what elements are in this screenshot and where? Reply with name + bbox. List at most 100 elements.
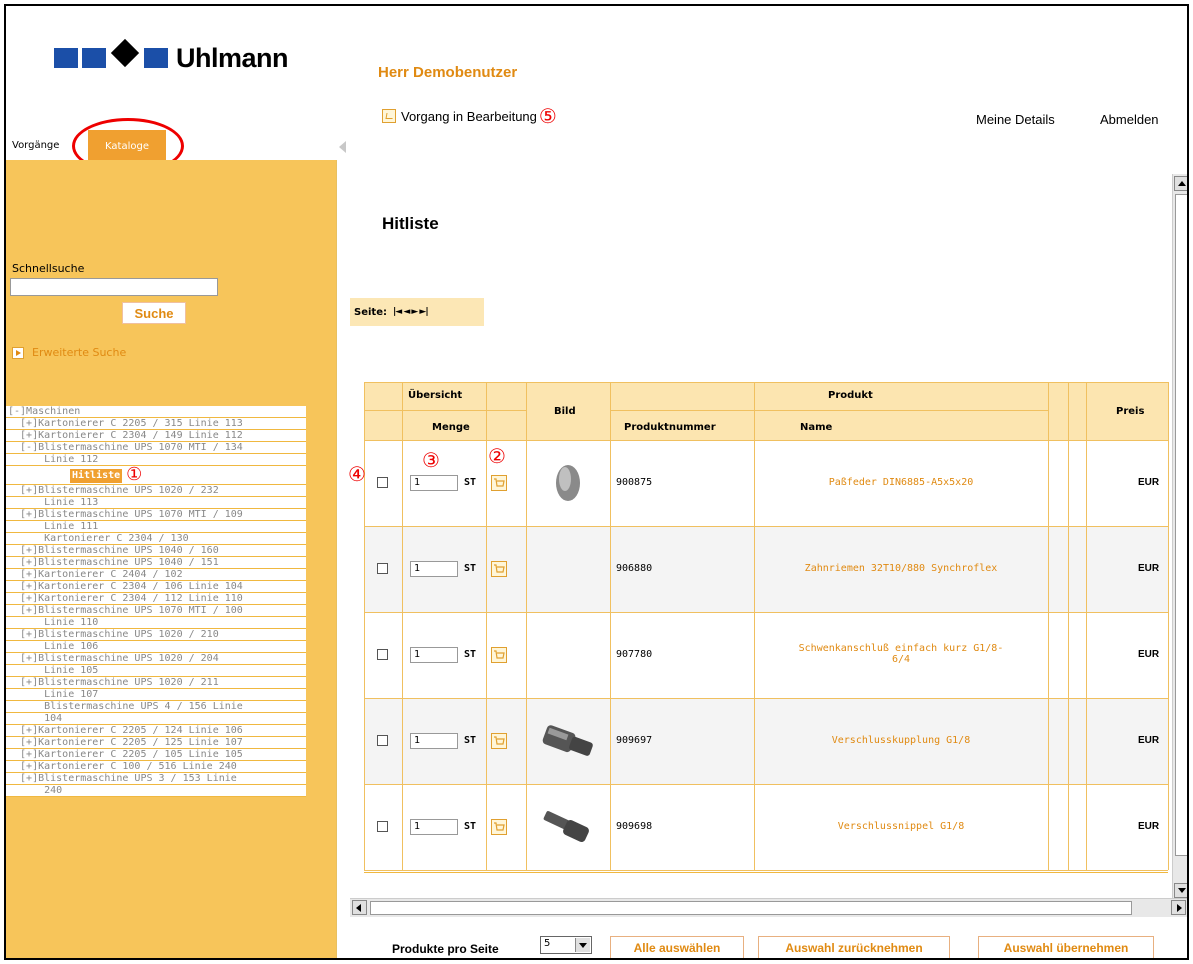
app-window: Uhlmann Herr Demobenutzer Vorgang in Bea… bbox=[4, 4, 1189, 960]
quantity-input[interactable]: 1 bbox=[410, 647, 458, 663]
tree-node[interactable]: Linie 110 bbox=[6, 617, 306, 629]
vertical-scrollbar[interactable] bbox=[1172, 174, 1187, 900]
price-currency: EUR bbox=[1138, 477, 1160, 488]
cart-icon bbox=[382, 109, 396, 123]
tree-node[interactable]: [+]Blistermaschine UPS 1070 MTI / 100 bbox=[6, 605, 306, 617]
apply-selection-button[interactable]: Auswahl übernehmen bbox=[978, 936, 1154, 958]
tree-node[interactable]: [+]Blistermaschine UPS 1040 / 160 bbox=[6, 545, 306, 557]
tree-node[interactable]: [+]Blistermaschine UPS 1020 / 232 bbox=[6, 485, 306, 497]
tab-vorgaenge[interactable]: Vorgänge bbox=[12, 140, 59, 151]
scroll-up-icon[interactable] bbox=[1174, 176, 1187, 191]
pager-buttons[interactable]: |◄ ◄ ► ►| bbox=[393, 307, 429, 317]
tree-node[interactable]: Linie 107 bbox=[6, 689, 306, 701]
tree-node[interactable]: Hitliste ① bbox=[6, 466, 306, 485]
product-name-link[interactable]: Schwenkanschluß einfach kurz G1/8- 6/4 bbox=[756, 643, 1046, 665]
product-number: 909698 bbox=[616, 821, 653, 832]
scroll-left-icon[interactable] bbox=[352, 900, 367, 915]
search-button[interactable]: Suche bbox=[122, 302, 186, 324]
row-checkbox[interactable] bbox=[377, 735, 388, 746]
add-to-cart-icon[interactable] bbox=[491, 561, 507, 580]
select-all-button[interactable]: Alle auswählen bbox=[610, 936, 744, 958]
row-checkbox[interactable] bbox=[377, 477, 388, 488]
scroll-thumb-h[interactable] bbox=[370, 901, 1132, 915]
row-checkbox[interactable] bbox=[377, 821, 388, 832]
quantity-input[interactable]: 1 bbox=[410, 475, 458, 491]
annotation-marker-1: ① bbox=[126, 464, 143, 485]
vorgang-in-bearbeitung-link[interactable]: Vorgang in Bearbeitung ⑤ bbox=[382, 106, 557, 126]
tree-node-hitliste[interactable]: Hitliste bbox=[70, 469, 123, 483]
quantity-input[interactable]: 1 bbox=[410, 819, 458, 835]
add-to-cart-icon[interactable] bbox=[491, 819, 507, 838]
tree-node[interactable]: [+]Blistermaschine UPS 1020 / 210 bbox=[6, 629, 306, 641]
pager-label: Seite: bbox=[354, 306, 387, 318]
tree-node[interactable]: [+]Blistermaschine UPS 1020 / 204 bbox=[6, 653, 306, 665]
tree-node[interactable]: [-]Maschinen bbox=[6, 406, 306, 418]
product-number: 906880 bbox=[616, 563, 653, 574]
tree-node[interactable]: Linie 113 bbox=[6, 497, 306, 509]
tree-node[interactable]: [+]Blistermaschine UPS 1070 MTI / 109 bbox=[6, 509, 306, 521]
uhlmann-logo: Uhlmann bbox=[54, 36, 289, 80]
tree-node[interactable]: [-]Blistermaschine UPS 1070 MTI / 134 bbox=[6, 442, 306, 454]
tree-node[interactable]: 240 bbox=[6, 785, 306, 797]
tree-node[interactable]: [+]Kartonierer C 2404 / 102 bbox=[6, 569, 306, 581]
product-image bbox=[540, 719, 600, 766]
add-to-cart-icon[interactable] bbox=[491, 475, 507, 494]
products-per-page-label: Produkte pro Seite bbox=[392, 942, 499, 956]
scroll-thumb[interactable] bbox=[1175, 194, 1187, 856]
tree-node[interactable]: Blistermaschine UPS 4 / 156 Linie bbox=[6, 701, 306, 713]
tree-node[interactable]: [+]Kartonierer C 2205 / 315 Linie 113 bbox=[6, 418, 306, 430]
tree-node[interactable]: Linie 111 bbox=[6, 521, 306, 533]
unit-label: ST bbox=[464, 563, 477, 574]
product-name-link[interactable]: Verschlusskupplung G1/8 bbox=[756, 735, 1046, 746]
scroll-down-icon[interactable] bbox=[1174, 883, 1187, 898]
horizontal-scrollbar[interactable] bbox=[350, 898, 1187, 917]
tree-node[interactable]: Linie 112 bbox=[6, 454, 306, 466]
tree-node[interactable]: 104 bbox=[6, 713, 306, 725]
row-checkbox[interactable] bbox=[377, 563, 388, 574]
tree-node[interactable]: [+]Kartonierer C 2304 / 112 Linie 110 bbox=[6, 593, 306, 605]
tree-node[interactable]: [+]Kartonierer C 2205 / 124 Linie 106 bbox=[6, 725, 306, 737]
tree-node[interactable]: [+]Blistermaschine UPS 1020 / 211 bbox=[6, 677, 306, 689]
abmelden-link[interactable]: Abmelden bbox=[1100, 112, 1159, 127]
collapse-sidebar-icon[interactable] bbox=[336, 132, 350, 162]
advanced-search-link[interactable]: Erweiterte Suche bbox=[12, 346, 126, 359]
products-per-page-select[interactable]: 5 bbox=[540, 936, 592, 954]
unit-label: ST bbox=[464, 735, 477, 746]
unit-label: ST bbox=[464, 649, 477, 660]
tree-node[interactable]: Kartonierer C 2304 / 130 bbox=[6, 533, 306, 545]
scroll-right-icon[interactable] bbox=[1171, 900, 1186, 915]
tree-node[interactable]: [+]Kartonierer C 2304 / 106 Linie 104 bbox=[6, 581, 306, 593]
pager: Seite: |◄ ◄ ► ►| bbox=[350, 298, 484, 326]
quantity-input[interactable]: 1 bbox=[410, 733, 458, 749]
annotation-marker-5: ⑤ bbox=[538, 104, 557, 128]
product-number: 900875 bbox=[616, 477, 653, 488]
product-number: 907780 bbox=[616, 649, 653, 660]
tree-node[interactable]: Linie 106 bbox=[6, 641, 306, 653]
price-currency: EUR bbox=[1138, 649, 1160, 660]
tree-node[interactable]: [+]Kartonierer C 2304 / 149 Linie 112 bbox=[6, 430, 306, 442]
product-name-link[interactable]: Verschlussnippel G1/8 bbox=[756, 821, 1046, 832]
tree-node[interactable]: [+]Blistermaschine UPS 3 / 153 Linie bbox=[6, 773, 306, 785]
unit-label: ST bbox=[464, 477, 477, 488]
tree-node[interactable]: [+]Kartonierer C 2205 / 125 Linie 107 bbox=[6, 737, 306, 749]
tree-node[interactable]: Linie 105 bbox=[6, 665, 306, 677]
tree-node[interactable]: [+]Blistermaschine UPS 1040 / 151 bbox=[6, 557, 306, 569]
deselect-button[interactable]: Auswahl zurücknehmen bbox=[758, 936, 950, 958]
header-quantity: Menge bbox=[432, 422, 470, 433]
row-checkbox[interactable] bbox=[377, 649, 388, 660]
annotation-marker-3: ③ bbox=[422, 448, 440, 472]
add-to-cart-icon[interactable] bbox=[491, 647, 507, 666]
price-currency: EUR bbox=[1138, 563, 1160, 574]
product-name-link[interactable]: Paßfeder DIN6885-A5x5x20 bbox=[756, 477, 1046, 488]
tree-node[interactable]: [+]Kartonierer C 2205 / 105 Linie 105 bbox=[6, 749, 306, 761]
header-price: Preis bbox=[1116, 406, 1145, 417]
product-name-link[interactable]: Zahnriemen 32T10/880 Synchroflex bbox=[756, 563, 1046, 574]
chevron-down-icon[interactable] bbox=[575, 938, 590, 952]
product-image bbox=[540, 805, 600, 852]
quantity-input[interactable]: 1 bbox=[410, 561, 458, 577]
tree-node[interactable]: [+]Kartonierer C 100 / 516 Linie 240 bbox=[6, 761, 306, 773]
meine-details-link[interactable]: Meine Details bbox=[976, 112, 1055, 127]
product-image bbox=[548, 461, 588, 508]
quicksearch-input[interactable] bbox=[10, 278, 218, 296]
add-to-cart-icon[interactable] bbox=[491, 733, 507, 752]
